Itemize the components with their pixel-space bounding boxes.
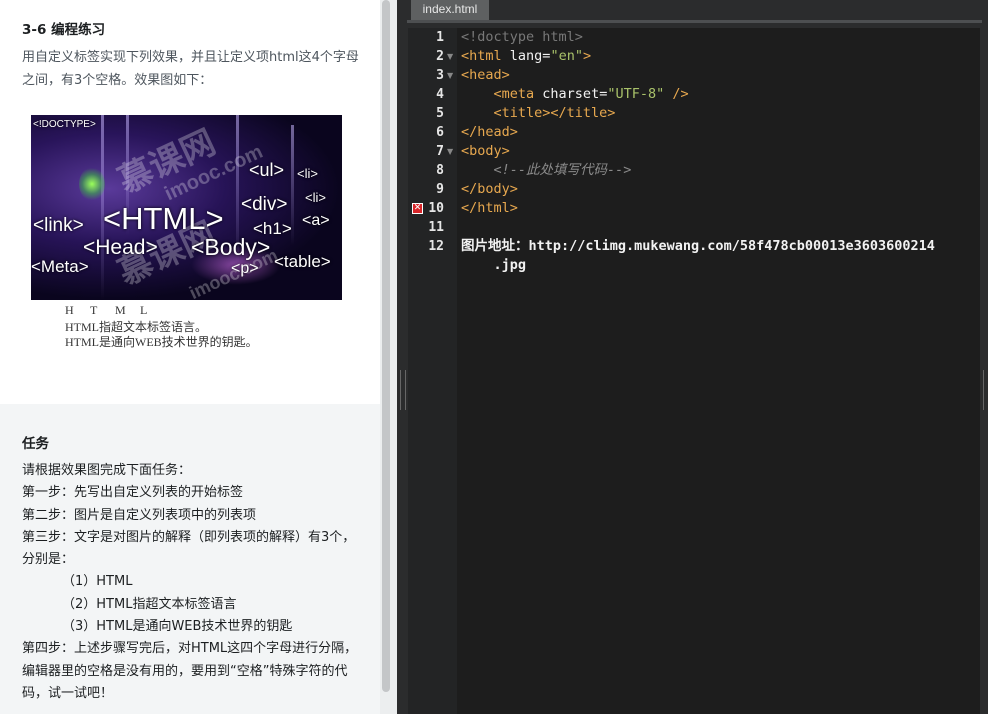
- image-tag: <li>: [297, 166, 318, 181]
- line-number: 6: [436, 125, 444, 140]
- image-caption: HTML是通向WEB技术世界的钥匙。: [65, 335, 258, 349]
- image-tag: <p>: [231, 260, 259, 277]
- code-line-4: <meta charset="UTF-8" />: [461, 85, 689, 104]
- letter: T: [90, 303, 98, 317]
- tab-underline: [407, 20, 982, 23]
- code-line-1: <!doctype html>: [461, 29, 583, 45]
- green-glow: [79, 167, 105, 201]
- task-line: 第三步：文字是对图片的解释（即列表项的解释）有3个，分别是：: [22, 529, 356, 568]
- code-token-tag: <title></title>: [493, 105, 616, 121]
- task-line: 第二步：图片是自定义列表项中的列表项: [22, 507, 257, 523]
- code-token-tag: <meta: [493, 86, 543, 102]
- code-comment: <!--此处填写代码-->: [493, 162, 632, 178]
- spaced-letters: H T ML: [65, 303, 165, 318]
- image-tag: <a>: [302, 212, 330, 229]
- fold-arrow-icon[interactable]: ▼: [447, 66, 453, 85]
- line-number: 7: [436, 144, 444, 159]
- code-line-8: <!--此处填写代码-->: [461, 161, 632, 180]
- task-heading: 任务: [22, 436, 49, 452]
- task-line: 第四步：上述步骤写完后，对HTML这四个字母进行分隔，编辑器里的空格是没有用的，…: [22, 641, 358, 701]
- fold-arrow-icon[interactable]: ▼: [447, 142, 453, 161]
- image-tag: <Meta>: [31, 257, 89, 276]
- code-line-7: <body>: [461, 143, 510, 159]
- image-tag: <div>: [241, 194, 288, 215]
- letter: L: [140, 303, 148, 317]
- code-line-5: <title></title>: [461, 104, 616, 123]
- editor-scroll-handle[interactable]: [983, 370, 988, 410]
- code-token-tag: >: [582, 48, 592, 64]
- code-line-9: </body>: [461, 181, 518, 197]
- letter: H: [65, 303, 74, 317]
- fold-arrow-icon[interactable]: ▼: [447, 47, 453, 66]
- code-token-string: "UTF-8": [607, 86, 665, 102]
- image-tag: <li>: [305, 190, 326, 205]
- image-tag: <Body>: [191, 234, 271, 260]
- code-area[interactable]: [457, 28, 980, 714]
- line-number: 12: [428, 239, 444, 254]
- image-tag: <table>: [274, 252, 331, 271]
- line-number: 2: [436, 49, 444, 64]
- code-line-6: </head>: [461, 124, 518, 140]
- image-tag: <link>: [33, 215, 84, 236]
- task-line: （3）HTML是通向WEB技术世界的钥匙: [62, 619, 293, 635]
- code-token-attr: charset: [542, 86, 600, 102]
- line-number: 9: [436, 182, 444, 197]
- code-token-tag: />: [664, 86, 689, 102]
- code-line-12-wrap: .jpg: [461, 257, 527, 273]
- line-number: 8: [436, 163, 444, 178]
- demo-image: 慕课网 imooc.com 慕课网 imooc.com <!DOCTYPE> <…: [31, 115, 342, 300]
- code-line-10: </html>: [461, 200, 518, 216]
- code-line-12: 图片地址：http://climg.mukewang.com/58f478cb0…: [461, 238, 935, 254]
- line-number: 5: [436, 106, 444, 121]
- line-number: 4: [436, 87, 444, 102]
- code-line-3: <head>: [461, 67, 510, 83]
- task-line: 请根据效果图完成下面任务：: [22, 463, 192, 478]
- task-line: 第一步：先写出自定义列表的开始标签: [22, 485, 244, 501]
- line-number: 11: [428, 220, 444, 235]
- code-token-attr: lang: [509, 48, 543, 64]
- lesson-panel: 3-6 编程练习 用自定义标签实现下列效果，并且让定义项html这4个字母之间，…: [0, 0, 380, 714]
- letter: M: [115, 303, 126, 317]
- task-body: 请根据效果图完成下面任务： 第一步：先写出自定义列表的开始标签 第二步：图片是自…: [22, 460, 360, 705]
- panel-splitter-handle[interactable]: [400, 370, 406, 410]
- code-token-string: "en": [550, 48, 583, 64]
- code-line-2: <html lang="en">: [461, 47, 591, 66]
- task-section: 任务 请根据效果图完成下面任务： 第一步：先写出自定义列表的开始标签 第二步：图…: [0, 404, 380, 714]
- image-tag: <!DOCTYPE>: [33, 119, 96, 130]
- line-number: 3: [436, 68, 444, 83]
- image-tag: <HTML>: [103, 201, 224, 236]
- task-line: （1）HTML: [62, 574, 133, 590]
- lesson-scrollbar-thumb[interactable]: [382, 0, 390, 692]
- task-line: （2）HTML指超文本标签语言: [62, 596, 237, 612]
- tab-index-html[interactable]: index.html: [411, 0, 489, 20]
- error-marker-icon[interactable]: ✕: [412, 203, 423, 214]
- line-number: 1: [436, 30, 444, 45]
- code-token-tag: <html: [461, 48, 510, 64]
- lesson-section: 3-6 编程练习 用自定义标签实现下列效果，并且让定义项html这4个字母之间，…: [0, 0, 380, 404]
- image-tag: <ul>: [249, 160, 285, 180]
- lesson-description: 用自定义标签实现下列效果，并且让定义项html这4个字母之间，有3个空格。效果图…: [22, 50, 359, 88]
- image-tag: <Head>: [83, 236, 158, 259]
- lesson-title: 3-6 编程练习: [22, 22, 106, 38]
